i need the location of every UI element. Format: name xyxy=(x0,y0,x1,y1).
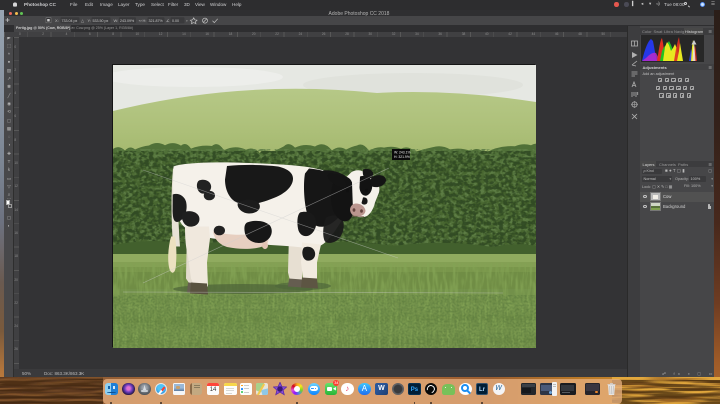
svg-text:W:: W: xyxy=(114,18,119,23)
svg-text:Y:: Y: xyxy=(88,18,92,23)
svg-text:733.04 px: 733.04 px xyxy=(62,19,78,23)
svg-text:243.09%: 243.09% xyxy=(120,19,135,23)
svg-text:H: 321.9%: H: 321.9% xyxy=(394,155,410,159)
svg-text:△: △ xyxy=(81,18,85,23)
svg-text:W: 243.1%: W: 243.1% xyxy=(394,151,411,155)
svg-text:533.50 px: 533.50 px xyxy=(93,19,109,23)
svg-text:H:: H: xyxy=(143,18,147,23)
svg-text:▾: ▾ xyxy=(186,19,188,23)
svg-text:0.00: 0.00 xyxy=(172,19,179,23)
svg-text:∠: ∠ xyxy=(166,18,170,23)
svg-text:X:: X: xyxy=(55,18,59,23)
svg-text:321.87%: 321.87% xyxy=(149,19,164,23)
